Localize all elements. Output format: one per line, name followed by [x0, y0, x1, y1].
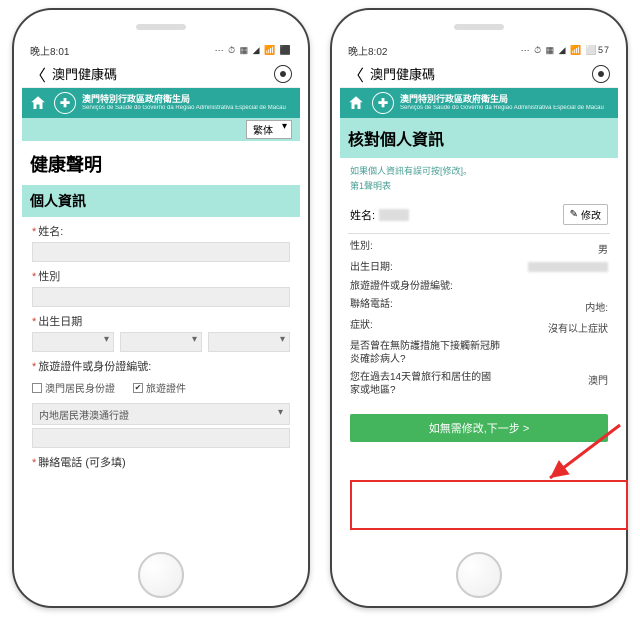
gov-banner: ✚ 澳門特別行政區政府衛生局 Serviços de Saúde do Gove… [340, 88, 618, 118]
phone-left: 晚上8:01 ⋯ ⏱ ▦ ◢ 📶 ⬛ 〈 澳門健康碼 ✚ 澳門特別行政區政府衛生… [12, 8, 310, 608]
health-badge-icon: ✚ [54, 92, 76, 114]
home-icon[interactable] [28, 93, 48, 113]
gov-line1: 澳門特別行政區政府衛生局 [82, 95, 294, 105]
dob-value-redacted [528, 262, 608, 272]
speaker-slot [454, 24, 504, 30]
row-doc: 旅遊證件或身份證編號: [340, 278, 618, 297]
target-icon[interactable] [592, 65, 610, 83]
name-row: 姓名: ✎ 修改 [340, 200, 618, 229]
name-label: 姓名: [350, 207, 375, 223]
app-header: 〈 澳門健康碼 [22, 60, 300, 88]
status-bar: 晚上8:02 ⋯ ⏱ ▦ ◢ 📶 ⬜57 [340, 40, 618, 60]
dob-year[interactable] [32, 332, 114, 352]
gov-line1: 澳門特別行政區政府衛生局 [400, 95, 612, 105]
input-name[interactable] [32, 242, 290, 262]
name-value-redacted [379, 209, 409, 221]
speaker-slot [136, 24, 186, 30]
dob-selects [22, 332, 300, 352]
label-doc: *旅遊證件或身份證編號: [22, 358, 300, 374]
row-symptom: 症狀: 沒有以上症狀 [340, 317, 618, 338]
health-badge-icon: ✚ [372, 92, 394, 114]
status-bar: 晚上8:01 ⋯ ⏱ ▦ ◢ 📶 ⬛ [22, 40, 300, 60]
label-phone: *聯絡電話 (可多填) [22, 454, 300, 470]
dob-month[interactable] [120, 332, 202, 352]
app-header: 〈 澳門健康碼 [340, 60, 618, 88]
edit-button[interactable]: ✎ 修改 [563, 204, 608, 225]
language-select[interactable]: 繁体 [246, 120, 292, 139]
content-right: 核對個人資訊 如果個人資訊有誤可按[修改]。 第1聲明表 姓名: ✎ 修改 [340, 118, 618, 546]
checkbox-local-id[interactable]: 澳門居民身份證 [32, 380, 115, 395]
row-dob: 出生日期: [340, 259, 618, 278]
status-time: 晚上8:01 [30, 43, 69, 58]
screen-right: 晚上8:02 ⋯ ⏱ ▦ ◢ 📶 ⬜57 〈 澳門健康碼 ✚ 澳門特別行政區政府… [340, 40, 618, 546]
hint-line2: 第1聲明表 [350, 179, 608, 192]
row-contact: 是否曾在無防護措施下接觸新冠肺炎確診病人? [340, 338, 618, 369]
next-button[interactable]: 如無需修改,下一步 > [350, 414, 608, 442]
target-icon[interactable] [274, 65, 292, 83]
app-title: 澳門健康碼 [52, 64, 274, 83]
input-gender[interactable] [32, 287, 290, 307]
gov-text: 澳門特別行政區政府衛生局 Serviços de Saúde do Govern… [82, 95, 294, 111]
home-button[interactable] [456, 552, 502, 598]
label-gender: *性別 [22, 268, 300, 284]
row-phone: 聯絡電話: 内地: [340, 296, 618, 317]
hints: 如果個人資訊有誤可按[修改]。 第1聲明表 [340, 158, 618, 200]
screen-left: 晚上8:01 ⋯ ⏱ ▦ ◢ 📶 ⬛ 〈 澳門健康碼 ✚ 澳門特別行政區政府衛生… [22, 40, 300, 546]
language-bar: 繁体 [22, 118, 300, 141]
doc-check-row: 澳門居民身份證 旅遊證件 [22, 374, 300, 397]
phone-right: 晚上8:02 ⋯ ⏱ ▦ ◢ 📶 ⬜57 〈 澳門健康碼 ✚ 澳門特別行政區政府… [330, 8, 628, 608]
home-button[interactable] [138, 552, 184, 598]
status-icons: ⋯ ⏱ ▦ ◢ 📶 ⬜57 [521, 45, 610, 56]
input-doc-number[interactable] [32, 428, 290, 448]
section-personal-info: 個人資訊 [22, 185, 300, 217]
status-icons: ⋯ ⏱ ▦ ◢ 📶 ⬛ [215, 45, 292, 56]
divider [348, 233, 610, 234]
gov-text: 澳門特別行政區政府衛生局 Serviços de Saúde do Govern… [400, 95, 612, 111]
row-travel14: 您在過去14天曾旅行和居住的國家或地區? 澳門 [340, 369, 618, 400]
dob-day[interactable] [208, 332, 290, 352]
content-left: 繁体 健康聲明 個人資訊 *姓名: *性別 *出生日期 *旅遊證件或身份證編號:… [22, 118, 300, 546]
back-icon[interactable]: 〈 [348, 62, 364, 86]
gov-line2: Serviços de Saúde do Governo da Região A… [400, 105, 612, 112]
gov-line2: Serviços de Saúde do Governo da Região A… [82, 105, 294, 112]
doc-type-select[interactable]: 内地居民港澳通行證 [32, 403, 290, 425]
gov-banner: ✚ 澳門特別行政區政府衛生局 Serviços de Saúde do Gove… [22, 88, 300, 118]
declaration-title: 健康聲明 [22, 141, 300, 181]
label-name: *姓名: [22, 223, 300, 239]
checkbox-travel-doc[interactable]: 旅遊證件 [133, 380, 186, 395]
status-time: 晚上8:02 [348, 43, 387, 58]
app-title: 澳門健康碼 [370, 64, 592, 83]
row-gender: 性別: 男 [340, 238, 618, 259]
home-icon[interactable] [346, 93, 366, 113]
back-icon[interactable]: 〈 [30, 62, 46, 86]
verify-title: 核對個人資訊 [340, 118, 618, 158]
pencil-icon: ✎ [570, 209, 578, 220]
label-dob: *出生日期 [22, 313, 300, 329]
hint-line1: 如果個人資訊有誤可按[修改]。 [350, 164, 608, 177]
